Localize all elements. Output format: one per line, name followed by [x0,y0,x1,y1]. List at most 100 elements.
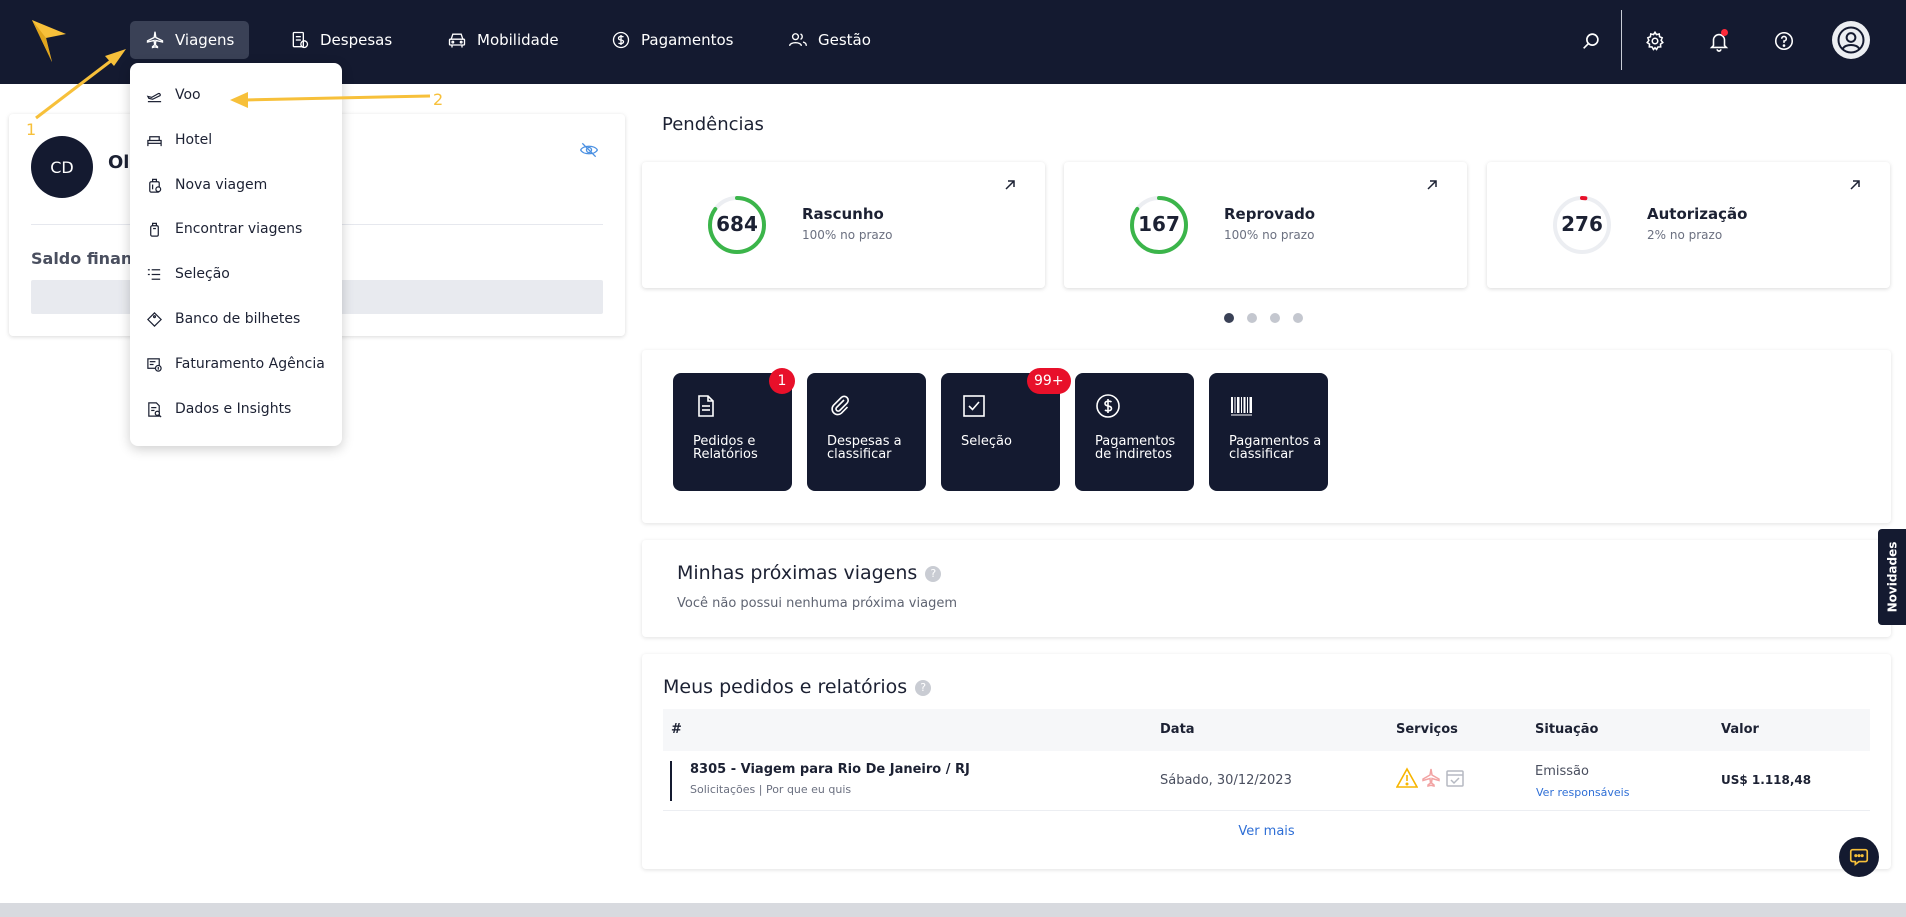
menu-item-nova-viagem[interactable]: Nova viagem [146,174,267,196]
nav-gestao-label: Gestão [818,31,871,49]
nav-despesas[interactable]: Despesas [275,21,407,59]
carousel-dot[interactable] [1293,313,1303,323]
nav-pagamentos[interactable]: Pagamentos [596,21,749,59]
header-divider [1621,10,1622,70]
nav-pagamentos-label: Pagamentos [641,31,734,49]
pending-label: Reprovado [1224,205,1316,223]
plane-icon [146,31,164,49]
nav-viagens[interactable]: Viagens [130,21,250,59]
shortcut-selecao[interactable]: Seleção 99+ [941,368,1071,491]
checkbox-icon [963,395,985,417]
shortcut-label: Pedidos e Relatórios [693,434,758,462]
table-row[interactable]: 8305 - Viagem para Rio De Janeiro / RJ S… [663,751,1870,811]
page-footer-strip [0,903,1906,917]
pending-count: 167 [1138,212,1180,236]
column-header: Situação [1535,722,1599,737]
upcoming-trips-title-text: Minhas próximas viagens [677,562,918,584]
hide-balance-button[interactable] [579,140,599,160]
column-header: Data [1160,722,1195,737]
menu-item-label: Banco de bilhetes [175,311,301,327]
nav-despesas-label: Despesas [320,31,393,49]
menu-item-dados-insights[interactable]: Dados e Insights [146,398,291,420]
news-side-tab-label: Novidades [1885,541,1899,613]
count-badge: 1 [769,368,795,394]
search-icon [1583,33,1599,49]
warning-icon [1396,767,1418,788]
menu-item-label: Voo [175,87,201,103]
menu-item-banco-bilhetes[interactable]: Banco de bilhetes [146,308,300,330]
chat-button[interactable] [1839,837,1879,877]
carousel-dot[interactable] [1247,313,1257,323]
upcoming-trips-card: Minhas próximas viagens? Você não possui… [642,540,1891,637]
menu-item-label: Seleção [175,266,230,282]
shortcut-pagamentos-classificar[interactable]: Pagamentos a classificar [1209,373,1328,491]
carousel-dot[interactable] [1270,313,1280,323]
external-link-icon[interactable] [1848,178,1862,192]
menu-item-label: Encontrar viagens [175,221,303,237]
chat-icon [1849,848,1869,866]
pending-label: Rascunho [802,205,884,223]
car-icon [448,33,466,48]
menu-item-encontrar-viagens[interactable]: Encontrar viagens [146,218,302,240]
nav-viagens-label: Viagens [175,31,235,49]
pending-subtext: 100% no prazo [802,228,893,242]
external-link-icon[interactable] [1003,178,1017,192]
order-services [1396,767,1466,789]
menu-item-faturamento-agencia[interactable]: Faturamento Agência [146,353,325,375]
help-tooltip-icon[interactable]: ? [915,679,932,696]
order-value: US$ 1.118,48 [1721,773,1812,787]
shortcut-pedidos-relatorios[interactable]: Pedidos e Relatórios 1 [673,368,795,491]
notifications-button[interactable] [1704,26,1734,56]
order-status: Emissão [1535,764,1589,779]
see-more-link[interactable]: Ver mais [642,824,1891,839]
profile-greeting: Ol [108,152,130,173]
pending-card-autorizacao[interactable]: 276 Autorização 2% no prazo [1487,162,1890,288]
orders-title: Meus pedidos e relatórios? [663,676,932,698]
shortcut-label: Pagamentos a classificar [1229,434,1322,462]
invoice-icon [147,357,162,372]
nav-mobilidade[interactable]: Mobilidade [432,21,574,59]
pending-card-rascunho[interactable]: 684 Rascunho 100% no prazo [642,162,1045,288]
menu-item-voo[interactable]: Voo [146,84,201,106]
upcoming-trips-title: Minhas próximas viagens? [677,562,942,584]
pending-card-reprovado[interactable]: 167 Reprovado 100% no prazo [1064,162,1467,288]
settings-button[interactable] [1640,26,1670,56]
barcode-icon [1231,397,1252,416]
annotation-step-1: 1 [26,120,37,139]
shortcut-despesas-classificar[interactable]: Despesas a classificar [807,373,926,491]
help-button[interactable] [1769,26,1799,56]
report-icon [148,401,162,417]
upcoming-trips-empty-message: Você não possui nenhuma próxima viagem [677,596,957,611]
dollar-circle-icon [1096,394,1120,418]
luggage-icon [149,178,162,193]
notification-indicator [1721,29,1728,36]
user-menu-avatar[interactable] [1832,21,1870,59]
news-side-tab[interactable]: Novidades [1878,529,1906,625]
brand-logo[interactable] [32,20,66,62]
orders-card: Meus pedidos e relatórios? # Data Serviç… [642,654,1891,869]
carousel-pagination [1224,313,1303,323]
annotation-step-2: 2 [433,90,444,109]
column-header: Serviços [1396,722,1458,737]
shortcut-label: Pagamentos de indiretos [1095,434,1176,462]
search-button[interactable] [1576,26,1606,56]
nav-gestao[interactable]: Gestão [773,21,886,59]
external-link-icon[interactable] [1425,178,1439,192]
shortcut-pagamentos-indiretos[interactable]: Pagamentos de indiretos [1075,373,1194,491]
viagens-dropdown-menu: Voo Hotel Nova viagem Encontrar viagens … [130,63,342,446]
carousel-dot[interactable] [1224,313,1234,323]
flight-service-icon [1422,768,1440,787]
dollar-icon [612,31,630,49]
order-subtitle: Solicitações | Por que eu quis [690,783,852,796]
menu-item-hotel[interactable]: Hotel [146,129,212,151]
expenses-icon [292,31,309,49]
calendar-check-icon [1446,770,1464,787]
bed-icon [147,135,162,146]
menu-item-label: Nova viagem [175,177,268,193]
pending-subtext: 2% no prazo [1647,228,1723,242]
help-tooltip-icon[interactable]: ? [925,565,942,582]
user-avatar-icon [1837,26,1865,54]
see-responsible-link[interactable]: Ver responsáveis [1536,786,1629,799]
order-title[interactable]: 8305 - Viagem para Rio De Janeiro / RJ [690,762,970,777]
menu-item-selecao[interactable]: Seleção [146,263,230,285]
